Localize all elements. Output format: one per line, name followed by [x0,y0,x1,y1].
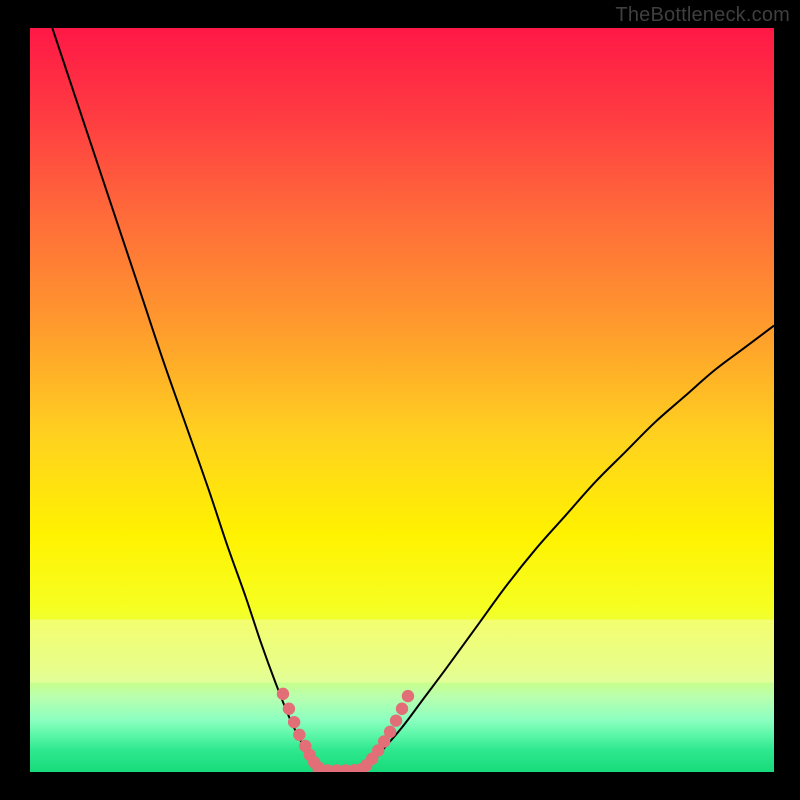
marker-dot [288,716,300,728]
marker-dot [402,690,414,702]
marker-dot [283,703,295,715]
marker-dot [390,714,402,726]
marker-dot [384,726,396,738]
chart-frame: TheBottleneck.com [0,0,800,800]
marker-dot [396,703,408,715]
chart-svg [0,0,800,800]
marker-dot [293,729,305,741]
watermark-text: TheBottleneck.com [615,4,790,27]
highlight-band [30,619,774,682]
marker-dot [277,688,289,700]
